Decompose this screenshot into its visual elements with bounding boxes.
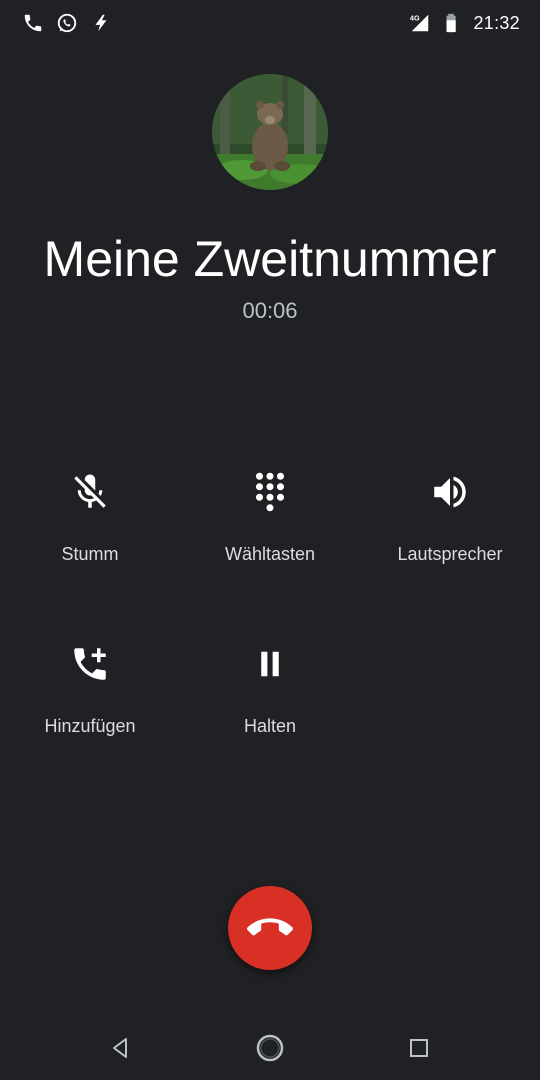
home-button[interactable] [252,1030,288,1066]
home-circle-icon [256,1034,284,1062]
signal-icon: 4G [409,12,431,34]
contact-name: Meine Zweitnummer [43,231,497,287]
network-label: 4G [410,13,420,22]
bear-photo [212,74,328,190]
mute-label: Stumm [61,544,119,564]
speaker-label: Lautsprecher [397,544,503,564]
whatsapp-icon [56,12,78,34]
battery-icon [441,12,463,34]
hold-label: Halten [243,716,297,736]
add-call-icon [66,640,114,688]
end-call-button[interactable] [228,886,312,970]
dialpad-button[interactable]: Wähltasten [180,468,360,565]
back-triangle-icon [113,1038,127,1058]
dialpad-icon [246,468,294,516]
volume-up-icon [426,468,474,516]
contact-avatar [212,74,328,190]
clock: 21:32 [473,12,520,33]
hold-button[interactable]: Halten [180,640,360,737]
call-timer: 00:06 [242,298,298,323]
mic-off-icon [66,468,114,516]
speaker-button[interactable]: Lautsprecher [360,468,540,565]
notification-icons [22,12,112,34]
flash-icon [90,12,112,34]
dialpad-label: Wähltasten [224,544,316,564]
status-bar: 4G 21:32 [0,0,540,48]
add-call-button[interactable]: Hinzufügen [0,640,180,737]
system-icons: 4G 21:32 [409,12,520,34]
back-button[interactable] [102,1030,138,1066]
phone-icon [22,12,44,34]
mute-button[interactable]: Stumm [0,468,180,565]
add-call-label: Hinzufügen [44,716,136,736]
navigation-bar [0,1016,540,1080]
recents-button[interactable] [401,1030,437,1066]
recents-square-icon [410,1039,428,1057]
hang-up-icon [247,918,293,936]
pause-icon [246,640,294,688]
